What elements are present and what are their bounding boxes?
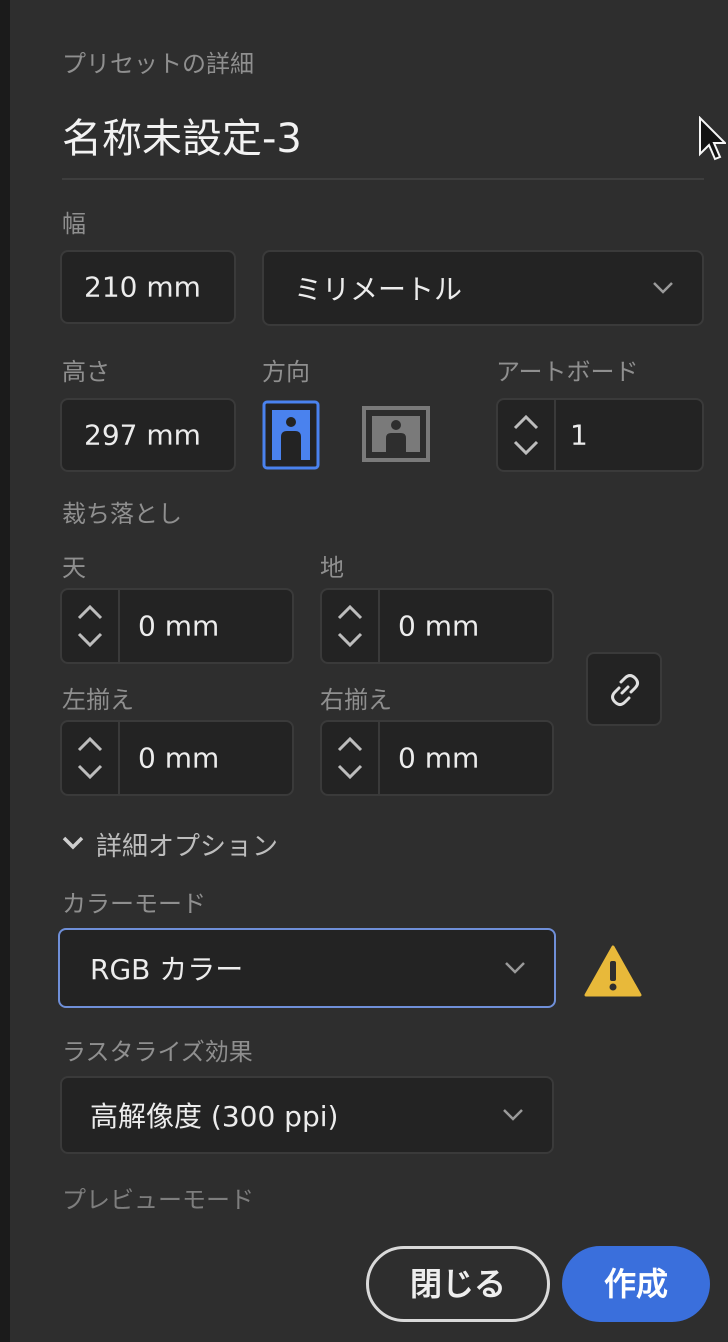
height-input[interactable]: 297 mm (60, 398, 236, 472)
bleed-right-label: 右揃え (320, 686, 392, 714)
bleed-bottom-stepper-arrows[interactable] (322, 590, 380, 662)
bleed-bottom-stepper[interactable]: 0 mm (320, 588, 554, 664)
artboards-value: 1 (570, 418, 588, 452)
bleed-top-stepper-arrows[interactable] (62, 590, 120, 662)
raster-effects-value: 高解像度 (300 ppi) (90, 1100, 339, 1133)
chevron-down-icon (62, 836, 84, 850)
warning-icon[interactable] (584, 944, 642, 998)
chevron-down-icon (653, 282, 673, 294)
bleed-top-label: 天 (62, 554, 86, 582)
chevron-up-icon[interactable] (513, 414, 539, 430)
chevron-down-icon (505, 962, 525, 974)
color-mode-value: RGB カラー (90, 953, 244, 986)
width-label: 幅 (62, 210, 86, 238)
height-label: 高さ (62, 358, 110, 386)
raster-effects-select[interactable]: 高解像度 (300 ppi) (60, 1076, 554, 1154)
chevron-down-icon[interactable] (77, 764, 103, 780)
portrait-orientation-icon[interactable] (262, 400, 320, 470)
bleed-right-stepper[interactable]: 0 mm (320, 720, 554, 796)
bleed-left-stepper-arrows[interactable] (62, 722, 120, 794)
bleed-bottom-label: 地 (320, 554, 344, 582)
bleed-top-stepper[interactable]: 0 mm (60, 588, 294, 664)
chevron-down-icon[interactable] (513, 440, 539, 456)
bleed-right-stepper-arrows[interactable] (322, 722, 380, 794)
height-value: 297 mm (84, 418, 201, 452)
unit-select[interactable]: ミリメートル (262, 250, 704, 326)
mouse-cursor-icon (699, 116, 726, 161)
artboards-stepper-arrows[interactable] (498, 400, 556, 470)
artboards-stepper[interactable]: 1 (496, 398, 704, 472)
chevron-down-icon[interactable] (77, 632, 103, 648)
create-button[interactable]: 作成 (562, 1246, 710, 1322)
color-mode-label: カラーモード (62, 890, 206, 918)
width-value: 210 mm (84, 270, 201, 304)
chevron-down-icon (503, 1109, 523, 1121)
preview-mode-label: プレビューモード (62, 1186, 254, 1214)
chevron-up-icon[interactable] (337, 604, 363, 620)
bleed-right-value: 0 mm (398, 741, 480, 775)
width-input[interactable]: 210 mm (60, 250, 236, 324)
bleed-left-label: 左揃え (62, 686, 134, 714)
close-button[interactable]: 閉じる (366, 1246, 550, 1322)
panel-heading: プリセットの詳細 (62, 50, 254, 78)
bleed-bottom-value: 0 mm (398, 609, 480, 643)
chevron-up-icon[interactable] (77, 736, 103, 752)
bleed-label: 裁ち落とし (62, 500, 182, 528)
artboards-label: アートボード (496, 358, 639, 386)
window-edge (0, 0, 10, 1342)
chevron-up-icon[interactable] (77, 604, 103, 620)
preset-name-input[interactable]: 名称未設定-3 (62, 104, 704, 180)
orientation-label: 方向 (262, 358, 310, 386)
chevron-down-icon[interactable] (337, 764, 363, 780)
bleed-top-value: 0 mm (138, 609, 220, 643)
advanced-options-label: 詳細オプション (96, 832, 279, 862)
bleed-left-stepper[interactable]: 0 mm (60, 720, 294, 796)
color-mode-select[interactable]: RGB カラー (58, 928, 556, 1008)
bleed-left-value: 0 mm (138, 741, 220, 775)
link-bleed-button[interactable] (586, 652, 662, 726)
link-icon (611, 674, 639, 706)
chevron-down-icon[interactable] (337, 632, 363, 648)
raster-effects-label: ラスタライズ効果 (62, 1038, 253, 1066)
chevron-up-icon[interactable] (337, 736, 363, 752)
landscape-orientation-icon[interactable] (362, 406, 430, 462)
unit-value: ミリメートル (294, 273, 463, 306)
